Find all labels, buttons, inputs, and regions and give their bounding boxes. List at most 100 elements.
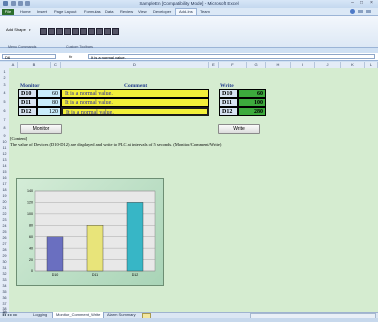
toolbar-icon-4[interactable]: [64, 28, 71, 35]
close-icon[interactable]: ×: [368, 1, 375, 6]
write-device-cell[interactable]: D11: [219, 98, 238, 107]
tab-team[interactable]: Team: [197, 9, 213, 15]
add-shape-button[interactable]: Add Shape: [6, 27, 26, 32]
row-header[interactable]: 40: [0, 311, 9, 315]
workbook-close-icon[interactable]: [366, 10, 371, 13]
row-header[interactable]: 21: [0, 206, 9, 210]
write-button[interactable]: Write: [218, 124, 260, 134]
row-header[interactable]: 16: [0, 176, 9, 180]
tab-file[interactable]: File: [2, 9, 14, 15]
chart-area[interactable]: 0 20 40 60 80 100 120 140 D10 D11 D12: [16, 178, 164, 286]
tab-review[interactable]: Review: [117, 9, 136, 15]
row-header[interactable]: 14: [0, 164, 9, 168]
row-header[interactable]: 30: [0, 260, 9, 264]
y-tick-label: 0: [31, 269, 33, 273]
help-icon[interactable]: [350, 9, 355, 14]
row-header[interactable]: 1: [0, 70, 9, 74]
y-tick-label: 40: [29, 246, 33, 250]
monitor-device-cell[interactable]: D10: [18, 89, 37, 98]
row-header[interactable]: 11: [0, 146, 9, 150]
row-header[interactable]: 33: [0, 278, 9, 282]
content-text: The value of Devices (D10-D12) are displ…: [10, 142, 222, 147]
row-header[interactable]: 28: [0, 248, 9, 252]
write-value-cell[interactable]: 60: [238, 89, 266, 98]
row-header[interactable]: 5: [0, 100, 9, 104]
row-header[interactable]: 18: [0, 188, 9, 192]
write-device-cell[interactable]: D10: [219, 89, 238, 98]
bar-d10[interactable]: [46, 236, 64, 272]
row-header[interactable]: 31: [0, 266, 9, 270]
row-header[interactable]: 7: [0, 118, 9, 122]
toolbar-icon-9[interactable]: [104, 28, 111, 35]
row-header[interactable]: 3: [0, 83, 9, 87]
x-tick-label: D11: [92, 273, 98, 277]
row-header[interactable]: 27: [0, 242, 9, 246]
name-box[interactable]: D6: [2, 54, 56, 60]
y-tick-label: 120: [27, 201, 33, 205]
row-header[interactable]: 15: [0, 170, 9, 174]
y-tick-label: 100: [27, 212, 33, 216]
toolbar-icon-1[interactable]: [40, 28, 47, 35]
row-header[interactable]: 19: [0, 194, 9, 198]
minimize-icon[interactable]: –: [349, 1, 356, 6]
row-header[interactable]: 4: [0, 91, 9, 95]
bar-d12[interactable]: [126, 202, 144, 272]
toolbar-icon-7[interactable]: [88, 28, 95, 35]
monitor-comment-cell-selected[interactable]: It is a normal value.: [61, 107, 209, 116]
tab-home[interactable]: Home: [17, 9, 34, 15]
row-header[interactable]: 9: [0, 134, 9, 138]
write-value-cell[interactable]: 280: [238, 107, 266, 116]
tab-insert[interactable]: Insert: [34, 9, 50, 15]
row-header[interactable]: 13: [0, 158, 9, 162]
content-label: [Content]: [10, 136, 28, 141]
tab-data[interactable]: Data: [102, 9, 116, 15]
monitor-value-cell[interactable]: 80: [37, 98, 61, 107]
row-header[interactable]: 6: [0, 109, 9, 113]
monitor-comment-cell[interactable]: It is a normal value.: [61, 98, 209, 107]
row-header[interactable]: 37: [0, 302, 9, 306]
row-header[interactable]: 29: [0, 254, 9, 258]
maximize-icon[interactable]: □: [358, 1, 365, 6]
row-header[interactable]: 10: [0, 140, 9, 144]
monitor-device-cell[interactable]: D12: [18, 107, 37, 116]
monitor-comment-cell[interactable]: It is a normal value.: [61, 89, 209, 98]
monitor-button[interactable]: Monitor: [20, 124, 62, 134]
write-device-cell[interactable]: D12: [219, 107, 238, 116]
tab-page-layout[interactable]: Page Layout: [51, 9, 79, 15]
toolbar-icon-6[interactable]: [80, 28, 87, 35]
ribbon-minimize-icon[interactable]: [358, 10, 363, 13]
toolbar-icon-8[interactable]: [96, 28, 103, 35]
write-value-cell[interactable]: 100: [238, 98, 266, 107]
formula-input[interactable]: It is a normal value.: [88, 54, 375, 60]
row-header[interactable]: 26: [0, 236, 9, 240]
row-header[interactable]: 22: [0, 212, 9, 216]
tab-add-ins[interactable]: Add-Ins: [175, 8, 197, 15]
y-tick-label: 20: [29, 258, 33, 262]
row-header[interactable]: 32: [0, 272, 9, 276]
row-header[interactable]: 12: [0, 152, 9, 156]
row-header[interactable]: 34: [0, 284, 9, 288]
toolbar-icon-10[interactable]: [112, 28, 119, 35]
toolbar-icon-3[interactable]: [56, 28, 63, 35]
row-header[interactable]: 2: [0, 76, 9, 80]
row-header[interactable]: 24: [0, 224, 9, 228]
toolbar-icon-2[interactable]: [48, 28, 55, 35]
bar-d11[interactable]: [86, 225, 104, 272]
monitor-value-cell[interactable]: 120: [37, 107, 61, 116]
row-header[interactable]: 36: [0, 296, 9, 300]
monitor-device-cell[interactable]: D11: [18, 98, 37, 107]
x-tick-label: D10: [52, 273, 59, 277]
row-header[interactable]: 35: [0, 290, 9, 294]
y-tick-label: 80: [29, 223, 33, 227]
row-header[interactable]: 23: [0, 218, 9, 222]
toolbar-icon-5[interactable]: [72, 28, 79, 35]
row-header[interactable]: 20: [0, 200, 9, 204]
tab-view[interactable]: View: [135, 9, 150, 15]
tab-formulas[interactable]: Formulas: [81, 9, 104, 15]
row-header[interactable]: 25: [0, 230, 9, 234]
fx-icon[interactable]: fx: [69, 54, 72, 59]
tab-developer[interactable]: Developer: [150, 9, 174, 15]
row-header[interactable]: 8: [0, 126, 9, 130]
row-header[interactable]: 17: [0, 182, 9, 186]
monitor-value-cell[interactable]: 60: [37, 89, 61, 98]
